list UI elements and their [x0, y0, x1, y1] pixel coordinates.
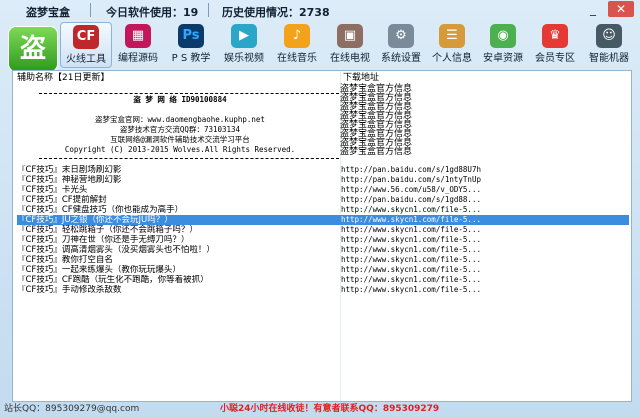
cf-icon: CF: [73, 25, 99, 49]
robot-icon: ☺: [596, 24, 622, 48]
tab-members[interactable]: ♛ 会员专区: [530, 22, 580, 66]
item-title: 『CF技巧』神秘营地刷幻影: [17, 175, 122, 185]
tab-label: 会员专区: [535, 53, 575, 64]
item-title: 『CF技巧』JU之银（你还不会玩JU吗？）: [17, 215, 173, 225]
item-url: http://www.skycn1.com/file-5...: [341, 205, 481, 214]
tool-list-panel: 辅助名称【21日更新】 下载地址 盗 梦 网 络 ID90100884 盗梦宝盒…: [12, 70, 632, 402]
list-item[interactable]: 『CF技巧』调高清烟雾头（没买烟雾头也不怕啦！） http://www.skycn…: [17, 245, 629, 255]
item-title: 『CF技巧』教你打空自名: [17, 255, 113, 265]
tab-settings[interactable]: ⚙ 系统设置: [376, 22, 426, 66]
code-icon: ▦: [125, 24, 151, 48]
list-item[interactable]: 『CF技巧』手动修改杀敌数 http://www.skycn1.com/file-…: [17, 285, 629, 295]
item-url: http://www.56.com/u58/v_ODY5...: [341, 185, 481, 194]
crown-icon: ♛: [542, 24, 568, 48]
item-title: 『CF技巧』卡光头: [17, 185, 88, 195]
tab-label: 系统设置: [381, 53, 421, 64]
tab-profile[interactable]: ☰ 个人信息: [427, 22, 477, 66]
photoshop-icon: Ps: [178, 24, 204, 48]
item-title: 『CF技巧』手动修改杀敌数: [17, 285, 122, 295]
video-icon: ▶: [231, 24, 257, 48]
banner-network-id: 盗 梦 网 络 ID90100884: [133, 95, 227, 104]
gear-icon: ⚙: [388, 24, 414, 48]
tab-label: 个人信息: [432, 53, 472, 64]
item-url: http://www.skycn1.com/file-5...: [341, 275, 481, 284]
tab-label: 安卓资源: [483, 53, 523, 64]
list-item[interactable]: 『CF技巧』刀神在世（你还是手无缚刀吗？） http://www.skycn1.c…: [17, 235, 629, 245]
banner-website: 盗梦宝盒官网：www.daomengbaohe.kuphp.net: [95, 115, 265, 124]
history-usage: 历史使用情况：2738: [222, 6, 330, 19]
list-item[interactable]: 『CF技巧』CF健盘技巧（你也能成为高手） http://www.skycn1.c…: [17, 205, 629, 215]
tab-tv[interactable]: ▣ 在线电视: [325, 22, 375, 66]
tab-label: 智能机器: [589, 53, 629, 64]
item-url: http://www.skycn1.com/file-5...: [341, 265, 481, 274]
column-header-name[interactable]: 辅助名称【21日更新】: [17, 71, 109, 85]
info-banner: 盗 梦 网 络 ID90100884 盗梦宝盒官网：www.daomengbao…: [21, 85, 339, 165]
item-url: http://www.skycn1.com/file-5...: [341, 255, 481, 264]
item-url: http://www.skycn1.com/file-5...: [341, 245, 481, 254]
item-url: http://pan.baidu.com/s/1gd88...: [341, 195, 481, 204]
tab-android[interactable]: ◉ 安卓资源: [478, 22, 528, 66]
tab-robot[interactable]: ☺ 智能机器: [584, 22, 634, 66]
divider: [208, 3, 209, 17]
item-title: 『CF技巧』轻松跳箱子（你还不会跳箱子吗？）: [17, 225, 198, 235]
status-bar: 站长QQ：895309279@qq.com 小聪24小时在线收徒！有意者联系QQ…: [0, 402, 640, 417]
today-usage: 今日软件使用：19: [106, 6, 199, 19]
close-button[interactable]: ✕: [608, 1, 634, 17]
title-bar: 盗梦宝盒 今日软件使用：19 历史使用情况：2738 _ ✕: [0, 0, 640, 20]
item-title: 『CF技巧』CF健盘技巧（你也能成为高手）: [17, 205, 184, 215]
item-url: http://pan.baidu.com/s/1gd88U7h: [341, 165, 481, 174]
banner-qq-group: 盗梦技术官方交流QQ群：73103134: [119, 125, 241, 134]
tab-label: 编程源码: [118, 53, 158, 64]
list-item[interactable]: 『CF技巧』神秘营地刷幻影 http://pan.baidu.com/s/1nty…: [17, 175, 629, 185]
item-url: http://www.skycn1.com/file-5...: [341, 235, 481, 244]
column-header-url[interactable]: 下载地址: [343, 71, 379, 85]
music-icon: ♪: [284, 24, 310, 48]
item-url: http://www.skycn1.com/file-5...: [341, 215, 481, 224]
item-title: 『CF技巧』CF提前解封: [17, 195, 107, 205]
main-window: 盗梦宝盒 今日软件使用：19 历史使用情况：2738 _ ✕ 盗 CF 火线工具…: [0, 0, 640, 417]
list-item[interactable]: 『CF技巧』一起来练爆头（教你玩玩爆头） http://www.skycn1.co…: [17, 265, 629, 275]
item-title: 『CF技巧』CF跑酷（玩生化不跑酷，你等着被抓）: [17, 275, 209, 285]
item-url: http://www.skycn1.com/file-5...: [341, 225, 481, 234]
tab-label: 在线电视: [330, 53, 370, 64]
list-item-selected[interactable]: 『CF技巧』JU之银（你还不会玩JU吗？） http://www.skycn1.c…: [17, 215, 629, 225]
banner-copyright: Copyright (C) 2013-2015 Wolves.All Right…: [64, 145, 296, 154]
item-url: http://pan.baidu.com/s/1ntyTnUp: [341, 175, 481, 184]
ad-link[interactable]: 盗梦宝盒官方信息: [340, 148, 470, 157]
tab-video[interactable]: ▶ 娱乐视频: [219, 22, 269, 66]
tab-label: 火线工具: [66, 54, 106, 65]
minimize-button[interactable]: _: [584, 1, 602, 17]
item-title: 『CF技巧』末日剧场刷幻影: [17, 165, 122, 175]
tab-ps-tutorial[interactable]: Ps P S 教学: [166, 22, 216, 66]
list-item[interactable]: 『CF技巧』卡光头 http://www.56.com/u58/v_ODY5...: [17, 185, 629, 195]
divider: [90, 3, 91, 17]
item-title: 『CF技巧』一起来练爆头（教你玩玩爆头）: [17, 265, 181, 275]
list-item[interactable]: 『CF技巧』末日剧场刷幻影 http://pan.baidu.com/s/1gd8…: [17, 165, 629, 175]
status-announcement: 小聪24小时在线收徒！有意者联系QQ：895309279: [220, 404, 440, 414]
tab-cf-tools[interactable]: CF 火线工具: [60, 22, 112, 68]
list-item[interactable]: 『CF技巧』CF提前解封 http://pan.baidu.com/s/1gd88…: [17, 195, 629, 205]
tv-icon: ▣: [337, 24, 363, 48]
tab-label: P S 教学: [171, 53, 211, 64]
banner-platform: 互联网络@漏洞软件辅助技术交流学习平台: [110, 135, 250, 144]
tab-source-code[interactable]: ▦ 编程源码: [113, 22, 163, 66]
list-item[interactable]: 『CF技巧』CF跑酷（玩生化不跑酷，你等着被抓） http://www.skycn…: [17, 275, 629, 285]
tab-label: 在线音乐: [277, 53, 317, 64]
item-url: http://www.skycn1.com/file-5...: [341, 285, 481, 294]
item-title: 『CF技巧』刀神在世（你还是手无缚刀吗？）: [17, 235, 190, 245]
status-contact: 站长QQ：895309279@qq.com: [4, 404, 140, 414]
android-icon: ◉: [490, 24, 516, 48]
tab-music[interactable]: ♪ 在线音乐: [272, 22, 322, 66]
list-item[interactable]: 『CF技巧』轻松跳箱子（你还不会跳箱子吗？） http://www.skycn1.…: [17, 225, 629, 235]
app-logo: 盗: [8, 26, 58, 72]
profile-icon: ☰: [439, 24, 465, 48]
tab-label: 娱乐视频: [224, 53, 264, 64]
app-title: 盗梦宝盒: [26, 6, 70, 19]
item-title: 『CF技巧』调高清烟雾头（没买烟雾头也不怕啦！）: [17, 245, 215, 255]
list-item[interactable]: 『CF技巧』教你打空自名 http://www.skycn1.com/file-5…: [17, 255, 629, 265]
